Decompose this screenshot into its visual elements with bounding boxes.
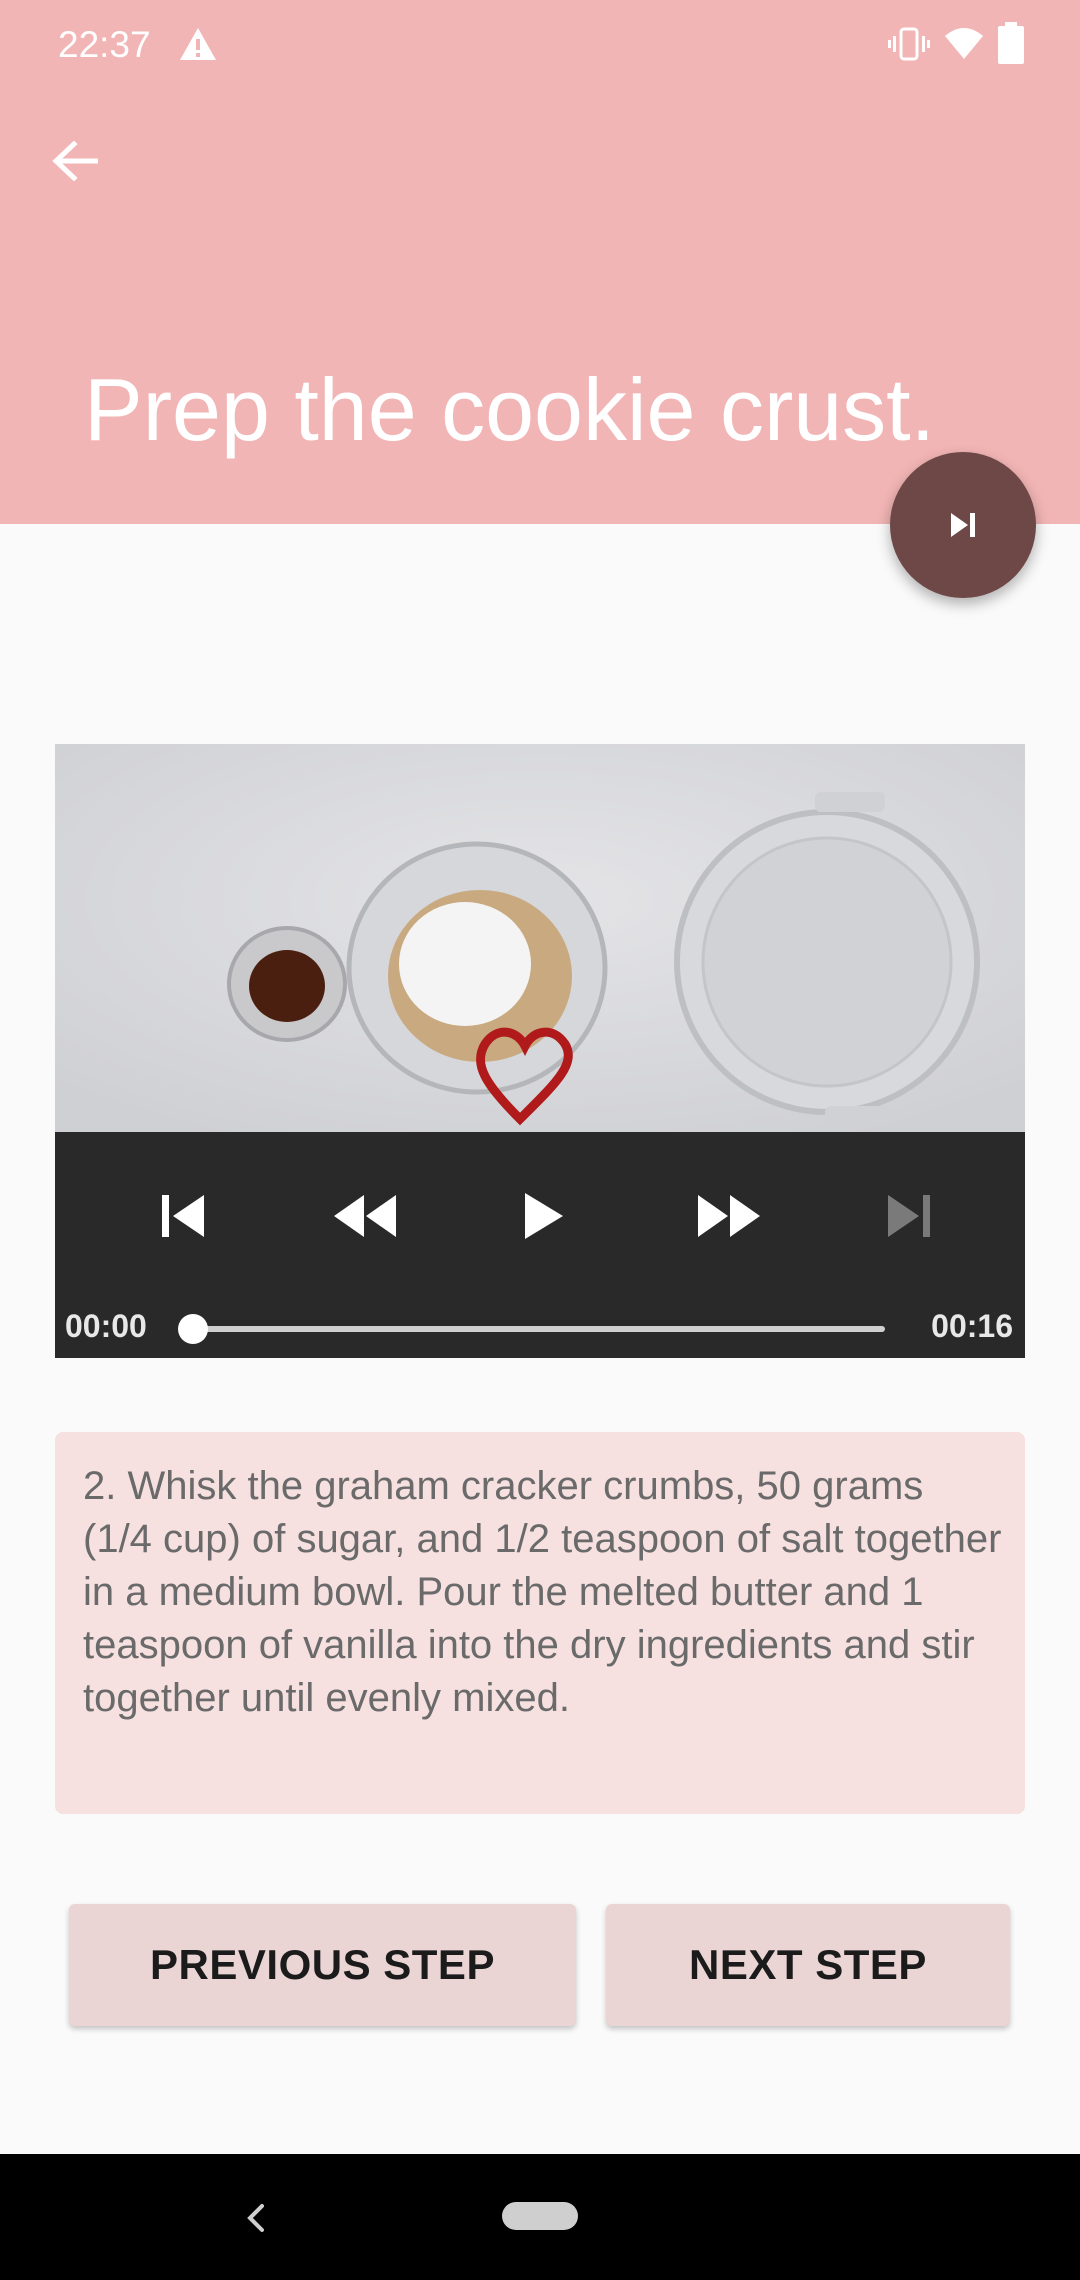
seek-bar[interactable]	[193, 1326, 885, 1332]
seek-thumb[interactable]	[178, 1314, 208, 1344]
progress-row: 00:00 00:16	[55, 1296, 1025, 1358]
play-button[interactable]	[501, 1174, 585, 1258]
vibrate-icon	[888, 27, 930, 61]
rewind-icon	[334, 1195, 396, 1237]
next-step-button[interactable]: NEXT STEP	[606, 1904, 1010, 2026]
status-time: 22:37	[58, 24, 151, 65]
skip-next-icon	[951, 513, 975, 537]
rewind-button[interactable]	[323, 1174, 407, 1258]
nav-back-icon[interactable]	[226, 2188, 286, 2248]
nav-home-handle[interactable]	[502, 2202, 578, 2230]
step-description: 2. Whisk the graham cracker crumbs, 50 g…	[83, 1464, 1002, 1720]
current-time: 00:00	[65, 1308, 147, 1344]
skip-next-fab[interactable]	[890, 452, 1036, 598]
play-icon	[525, 1193, 563, 1239]
skip-previous-button[interactable]	[141, 1174, 225, 1258]
video-controls: 00:00 00:16	[55, 1132, 1025, 1358]
battery-icon	[998, 22, 1024, 64]
status-bar: 22:37	[0, 0, 1080, 90]
skip-previous-icon	[162, 1195, 204, 1237]
wifi-icon	[945, 28, 983, 59]
previous-step-button[interactable]: PREVIOUS STEP	[69, 1904, 576, 2026]
back-button[interactable]	[40, 126, 110, 196]
video-player[interactable]: 00:00 00:16	[55, 744, 1025, 1358]
duration: 00:16	[931, 1308, 1013, 1344]
alert-icon	[180, 28, 216, 60]
page-title: Prep the cookie crust.	[84, 360, 936, 459]
arrow-left-icon	[52, 141, 98, 181]
fast-forward-icon	[698, 1195, 760, 1237]
step-description-card: 2. Whisk the graham cracker crumbs, 50 g…	[55, 1432, 1025, 1814]
fast-forward-button[interactable]	[687, 1174, 771, 1258]
navigation-bar	[0, 2154, 1080, 2280]
video-frame	[55, 744, 1025, 1132]
skip-next-button[interactable]	[867, 1174, 951, 1258]
skip-next-icon	[888, 1195, 930, 1237]
